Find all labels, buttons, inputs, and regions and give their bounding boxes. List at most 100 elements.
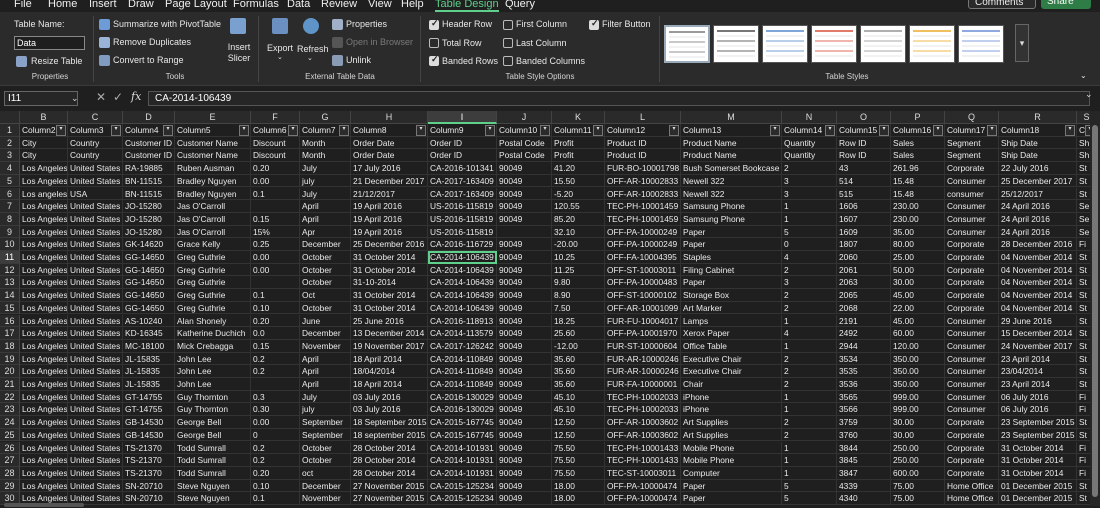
table-cell[interactable]: FUR-AR-10000246	[605, 352, 681, 366]
table-cell[interactable]: 2	[782, 428, 837, 442]
table-cell[interactable]: Los Angeles	[20, 251, 68, 264]
table-cell[interactable]: Corporate	[945, 289, 999, 302]
table-cell[interactable]: United States	[68, 339, 123, 353]
table-cell[interactable]: Guy Thornton	[175, 403, 251, 417]
menu-tab-help[interactable]: Help	[401, 0, 424, 11]
table-cell[interactable]: 1	[782, 339, 837, 353]
table-cell[interactable]: October	[300, 251, 351, 264]
table-cell[interactable]: CA-2014-101931	[428, 441, 497, 455]
table-cell[interactable]: Discount	[251, 149, 300, 163]
table-cell[interactable]: Los Angeles	[20, 276, 68, 290]
table-cell[interactable]: Ruben Ausman	[175, 162, 251, 175]
table-cell[interactable]: Corporate	[945, 301, 999, 315]
table-cell[interactable]: Order ID	[428, 136, 497, 150]
table-cell[interactable]: City	[20, 136, 68, 150]
table-cell[interactable]: 1	[782, 441, 837, 455]
table-header-cell[interactable]: Column10	[497, 124, 552, 137]
table-cell[interactable]: November	[300, 339, 351, 353]
table-cell[interactable]: 2060	[837, 251, 891, 264]
table-cell[interactable]: 90049	[497, 428, 552, 442]
table-cell[interactable]: Home Office	[945, 479, 999, 493]
row-header-24[interactable]: 24	[0, 416, 20, 429]
filter-button-checkbox[interactable]	[589, 18, 599, 30]
table-cell[interactable]: Paper	[681, 492, 782, 505]
convert-to-range-button[interactable]: Convert to Range	[113, 54, 184, 66]
resize-table-button[interactable]: Resize Table	[31, 55, 82, 67]
table-cell[interactable]: USA	[68, 187, 123, 201]
table-cell[interactable]: 1	[782, 403, 837, 417]
table-cell[interactable]: United States	[68, 428, 123, 442]
table-cell[interactable]: St	[1077, 480, 1090, 493]
table-cell[interactable]: December	[300, 327, 351, 340]
table-cell[interactable]: 19 April 2016	[351, 225, 428, 239]
table-cell[interactable]: 90049	[497, 466, 552, 480]
column-header-c[interactable]: C	[68, 111, 123, 124]
table-cell[interactable]: 32.10	[552, 225, 605, 239]
table-cell[interactable]: 2191	[837, 314, 891, 328]
table-cell[interactable]: Los Angeles	[20, 352, 68, 366]
row-header-10[interactable]: 10	[0, 238, 20, 251]
table-cell[interactable]: GG-14650	[123, 301, 175, 315]
table-cell[interactable]: -5.20	[552, 187, 605, 201]
table-cell[interactable]: Executive Chair	[681, 352, 782, 366]
table-cell[interactable]: Postal Code	[497, 149, 552, 163]
row-header-8[interactable]: 8	[0, 212, 20, 226]
table-cell[interactable]: 0.20	[251, 466, 300, 480]
table-cell[interactable]: 19 April 2016	[351, 200, 428, 213]
row-header-9[interactable]: 9	[0, 225, 20, 239]
table-cell[interactable]: 90049	[497, 365, 552, 378]
table-cell[interactable]: Jas O'Carroll	[175, 200, 251, 213]
properties-button[interactable]: Properties	[346, 18, 387, 30]
table-cell[interactable]: 21 December 2017	[351, 174, 428, 188]
table-header-cell[interactable]: Column7	[300, 124, 351, 137]
table-cell[interactable]: 15.48	[891, 187, 945, 201]
table-header-cell[interactable]: Column8	[351, 124, 428, 137]
table-cell[interactable]: 28 October 2014	[351, 441, 428, 455]
table-cell[interactable]: 25.60	[552, 327, 605, 340]
table-cell[interactable]: 23 April 2014	[999, 378, 1077, 391]
table-cell[interactable]: 23 September 2015	[999, 416, 1077, 429]
table-cell[interactable]: OFF-ST-10000102	[605, 289, 681, 302]
table-cell[interactable]: GT-14755	[123, 390, 175, 404]
table-cell[interactable]: 0.10	[251, 479, 300, 493]
table-cell[interactable]: TEC-PH-10001433	[605, 441, 681, 455]
table-cell[interactable]: 0.30	[251, 403, 300, 417]
table-cell[interactable]: 2	[782, 162, 837, 175]
table-cell[interactable]: 600.00	[891, 466, 945, 480]
menu-tab-draw[interactable]: Draw	[128, 0, 154, 11]
table-cell[interactable]: Product Name	[681, 136, 782, 150]
table-cell[interactable]: CA-2017-163409	[428, 174, 497, 188]
table-cell[interactable]: Fi	[1077, 238, 1090, 251]
table-cell[interactable]: MC-18100	[123, 339, 175, 353]
table-header-cell[interactable]: Column2	[20, 124, 68, 137]
table-cell[interactable]: 1	[782, 200, 837, 213]
table-cell[interactable]: 10.25	[552, 251, 605, 264]
table-cell[interactable]: SN-20710	[123, 479, 175, 493]
table-cell[interactable]: 350.00	[891, 365, 945, 378]
table-cell[interactable]: Los Angeles	[20, 225, 68, 239]
table-cell[interactable]: Los Angeles	[20, 416, 68, 429]
table-cell[interactable]: Staples	[681, 251, 782, 264]
collapse-ribbon-icon[interactable]: ⌄	[1080, 70, 1087, 82]
table-header-cell[interactable]: Column18	[999, 124, 1077, 137]
table-cell[interactable]: 90049	[497, 251, 552, 264]
table-cell[interactable]: JO-15280	[123, 225, 175, 239]
table-cell[interactable]: 90049	[497, 212, 552, 226]
table-cell[interactable]: Product ID	[605, 136, 681, 150]
table-cell[interactable]: 3	[782, 187, 837, 201]
table-cell[interactable]: Corporate	[945, 238, 999, 251]
table-cell[interactable]: Art Marker	[681, 301, 782, 315]
column-header-f[interactable]: F	[251, 111, 300, 124]
table-cell[interactable]: Katherine Duchich	[175, 327, 251, 340]
table-cell[interactable]: OFF-AR-10001099	[605, 301, 681, 315]
table-cell[interactable]: 11.25	[552, 263, 605, 277]
table-cell[interactable]: United States	[68, 251, 123, 264]
table-cell[interactable]: US-2016-115819	[428, 225, 497, 239]
table-cell[interactable]: 90049	[497, 339, 552, 353]
table-cell[interactable]: Country	[68, 136, 123, 150]
table-cell[interactable]: 28 October 2014	[351, 466, 428, 480]
table-cell[interactable]: 1	[782, 454, 837, 467]
table-cell[interactable]: 35.60	[552, 352, 605, 366]
table-cell[interactable]: 12.50	[552, 428, 605, 442]
table-cell[interactable]: 261.96	[891, 162, 945, 175]
